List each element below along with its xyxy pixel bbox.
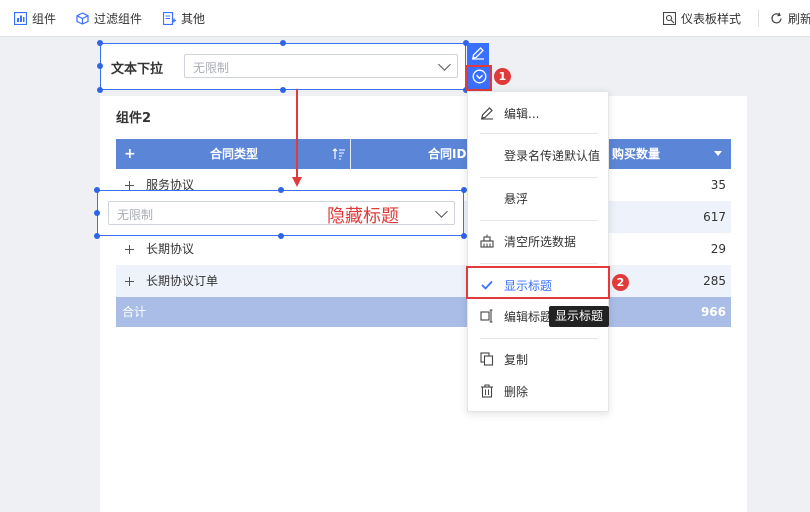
header-dropdown-icon[interactable] xyxy=(714,151,722,156)
toolbar-other-button[interactable]: 其他 xyxy=(162,0,206,37)
table-row: 长期协议订单 285 xyxy=(116,265,731,297)
edit-title-icon xyxy=(480,309,494,323)
menu-item-label: 悬浮 xyxy=(504,191,529,206)
menu-item-label: 复制 xyxy=(504,352,529,367)
menu-divider xyxy=(480,338,598,339)
toolbar-filter-component-label: 过滤组件 xyxy=(94,12,143,26)
toolbar-dashboard-style-button[interactable]: 仪表板样式 xyxy=(662,0,742,37)
menu-item-copy[interactable]: 复制 xyxy=(468,344,610,374)
top-toolbar: 组件 过滤组件 其他 仪表板样式 刷新 xyxy=(0,0,810,37)
edit-widget-button[interactable] xyxy=(467,43,489,65)
filter-cube-icon xyxy=(76,12,89,25)
edit-pen-icon xyxy=(480,106,494,120)
expand-row-icon[interactable] xyxy=(125,245,134,254)
row-quantity: 29 xyxy=(710,242,726,256)
row-contract-type: 长期协议订单 xyxy=(146,274,219,288)
header-quantity[interactable]: 购买数量 xyxy=(612,139,660,169)
dashboard-style-icon xyxy=(662,11,677,26)
other-plus-icon xyxy=(162,11,176,26)
component-icon xyxy=(13,11,28,26)
widget-options-menu: 编辑... 登录名传递默认值 悬浮 清空所选数据 显示标题 编辑标题 复制 删除 xyxy=(467,91,609,412)
step-badge-1: 1 xyxy=(494,68,511,85)
menu-divider xyxy=(480,133,598,134)
filter-dropdown[interactable]: 无限制 xyxy=(184,54,458,78)
resize-handle[interactable] xyxy=(97,40,103,46)
expand-row-icon[interactable] xyxy=(125,277,134,286)
row-quantity: 285 xyxy=(703,274,726,288)
total-label: 合计 xyxy=(122,305,147,319)
table-row: 长期协议 29 xyxy=(116,233,731,265)
hidden-title-annotation: 隐藏标题 xyxy=(327,206,399,227)
tooltip: 显示标题 xyxy=(549,306,610,327)
menu-item-delete[interactable]: 删除 xyxy=(468,376,610,406)
table-total-row: 合计 966 xyxy=(116,297,731,327)
trash-icon xyxy=(480,384,494,398)
toolbar-separator xyxy=(758,10,759,27)
circle-chevron-down-icon xyxy=(472,69,487,87)
resize-handle[interactable] xyxy=(280,40,286,46)
copy-icon xyxy=(480,352,494,366)
expand-all-button[interactable]: + xyxy=(124,139,136,169)
row-quantity: 35 xyxy=(710,178,726,192)
menu-item-clear-data[interactable]: 清空所选数据 xyxy=(468,226,610,256)
filter-title: 文本下拉 xyxy=(111,62,164,77)
total-value: 966 xyxy=(700,305,726,319)
chevron-down-icon xyxy=(435,205,448,218)
menu-divider xyxy=(480,220,598,221)
toolbar-refresh-button[interactable]: 刷新 xyxy=(770,0,810,37)
menu-item-label: 清空所选数据 xyxy=(504,234,577,249)
menu-item-label: 删除 xyxy=(504,384,529,399)
resize-handle[interactable] xyxy=(94,187,100,193)
toolbar-component-label: 组件 xyxy=(32,12,57,26)
menu-item-label: 编辑标题 xyxy=(504,309,553,324)
expand-row-icon[interactable] xyxy=(125,181,134,190)
toolbar-filter-component-button[interactable]: 过滤组件 xyxy=(76,0,142,37)
menu-item-label: 编辑... xyxy=(504,106,540,121)
toolbar-dashboard-style-label: 仪表板样式 xyxy=(681,12,742,26)
menu-divider xyxy=(480,177,598,178)
resize-handle[interactable] xyxy=(278,187,284,193)
edit-pen-icon xyxy=(471,46,485,63)
menu-item-login-default[interactable]: 登录名传递默认值 xyxy=(468,140,610,170)
header-contract-type[interactable]: 合同类型 xyxy=(210,139,258,169)
table-header-row: + 合同类型 合同ID 购买数量 xyxy=(116,139,731,169)
filter-placeholder: 无限制 xyxy=(117,208,154,222)
resize-handle[interactable] xyxy=(97,87,103,93)
row-quantity: 617 xyxy=(703,210,726,224)
row-contract-type: 长期协议 xyxy=(146,242,195,256)
toolbar-component-button[interactable]: 组件 xyxy=(13,0,57,37)
highlight-show-title xyxy=(466,266,610,299)
toolbar-refresh-label: 刷新 xyxy=(788,12,810,26)
more-options-button[interactable] xyxy=(466,65,492,91)
step-badge-2: 2 xyxy=(612,274,629,291)
menu-divider xyxy=(480,263,598,264)
menu-item-float[interactable]: 悬浮 xyxy=(468,183,610,213)
clear-data-icon xyxy=(480,234,494,248)
toolbar-other-label: 其他 xyxy=(181,12,206,26)
refresh-icon xyxy=(770,12,783,25)
chevron-down-icon xyxy=(438,58,451,71)
resize-handle[interactable] xyxy=(97,63,103,69)
resize-handle[interactable] xyxy=(280,87,286,93)
sort-icon[interactable] xyxy=(332,147,346,164)
header-divider xyxy=(350,139,351,169)
hidden-title-filter-dropdown[interactable]: 无限制 xyxy=(108,201,455,225)
header-contract-id[interactable]: 合同ID xyxy=(428,139,466,169)
menu-item-label: 登录名传递默认值 xyxy=(504,148,601,163)
resize-handle[interactable] xyxy=(94,233,100,239)
widget-title: 组件2 xyxy=(116,111,152,126)
filter-placeholder: 无限制 xyxy=(193,61,230,75)
menu-item-edit[interactable]: 编辑... xyxy=(468,98,610,128)
resize-handle[interactable] xyxy=(94,210,100,216)
resize-handle[interactable] xyxy=(278,233,284,239)
annotation-arrow xyxy=(292,89,302,187)
